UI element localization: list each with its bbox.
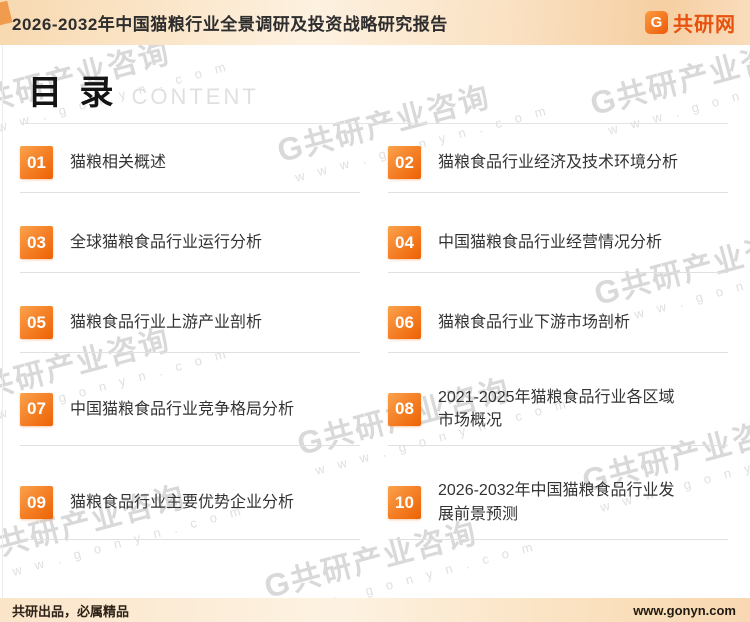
toc-item-number: 06 — [388, 306, 421, 339]
gonyn-logo: G 共研网 — [645, 8, 736, 37]
report-toc-page: 2026-2032年中国猫粮行业全景调研及投资战略研究报告 G 共研网 G共研产… — [0, 0, 750, 622]
toc-item-label: 猫粮食品行业经济及技术环境分析 — [438, 153, 679, 171]
toc-item-number: 08 — [388, 392, 421, 426]
footer-website-link[interactable]: www.gonyn.com — [633, 603, 736, 618]
toc-item-label: 猫粮食品行业主要优势企业分析 — [70, 493, 295, 511]
toc-item-label: 2021-2025年猫粮食品行业各区域 市场概况 — [438, 389, 675, 430]
toc-item-04: 04 中国猫粮食品行业经营情况分析 — [388, 226, 728, 273]
toc-item-06: 06 猫粮食品行业下游市场剖析 — [388, 306, 728, 353]
toc-item-label: 猫粮相关概述 — [70, 153, 167, 171]
toc-item-label: 中国猫粮食品行业竞争格局分析 — [70, 400, 295, 418]
toc-header: 目 录 CONTENT — [28, 65, 728, 114]
toc-item-10: 10 2026-2032年中国猫粮食品行业发 展前景预测 — [388, 479, 728, 540]
gonyn-logo-icon: G — [645, 11, 668, 34]
toc-item-number: 10 — [388, 486, 421, 520]
toc-item-number: 04 — [388, 226, 421, 259]
report-title: 2026-2032年中国猫粮行业全景调研及投资战略研究报告 — [12, 15, 448, 34]
toc-grid: 01 猫粮相关概述 02 猫粮食品行业经济及技术环境分析 03 全球猫粮食品行业运行分析 0… — [20, 146, 728, 540]
toc-item-number: 03 — [20, 226, 53, 259]
toc-title: 目 录 — [28, 74, 118, 112]
toc-item-number: 02 — [388, 146, 421, 179]
toc-item-number: 05 — [20, 306, 53, 339]
toc-item-number: 09 — [20, 486, 53, 520]
header-bar: 2026-2032年中国猫粮行业全景调研及投资战略研究报告 G 共研网 — [0, 0, 750, 45]
toc-item-label: 全球猫粮食品行业运行分析 — [70, 233, 263, 251]
toc-item-number: 01 — [20, 146, 53, 179]
toc-item-number: 07 — [20, 392, 53, 426]
toc-title-rule — [20, 123, 728, 124]
toc-item-09: 09 猫粮食品行业主要优势企业分析 — [20, 479, 360, 540]
toc-item-03: 03 全球猫粮食品行业运行分析 — [20, 226, 360, 273]
gonyn-logo-text: 共研网 — [673, 14, 736, 36]
toc-item-07: 07 中国猫粮食品行业竞争格局分析 — [20, 386, 360, 447]
toc-item-08: 08 2021-2025年猫粮食品行业各区域 市场概况 — [388, 386, 728, 447]
toc-subtitle: CONTENT — [131, 84, 259, 109]
toc-item-label: 中国猫粮食品行业经营情况分析 — [438, 233, 663, 251]
footer-bar: 共研出品，必属精品 www.gonyn.com — [0, 598, 750, 622]
footer-slogan: 共研出品，必属精品 — [12, 603, 130, 619]
toc-item-05: 05 猫粮食品行业上游产业剖析 — [20, 306, 360, 353]
toc-content: 目 录 CONTENT 01 猫粮相关概述 02 猫粮食品行业经济及技术环境分析 03 全… — [0, 45, 750, 540]
toc-item-02: 02 猫粮食品行业经济及技术环境分析 — [388, 146, 728, 193]
toc-item-label: 2026-2032年中国猫粮食品行业发 展前景预测 — [438, 482, 675, 523]
toc-item-01: 01 猫粮相关概述 — [20, 146, 360, 193]
toc-item-label: 猫粮食品行业下游市场剖析 — [438, 313, 631, 331]
toc-item-label: 猫粮食品行业上游产业剖析 — [70, 313, 263, 331]
